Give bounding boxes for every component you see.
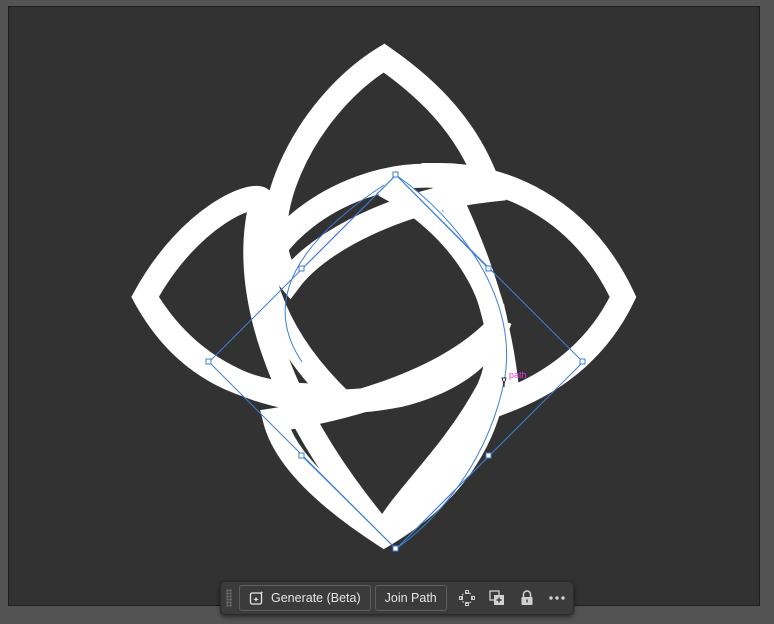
lock-button[interactable] — [513, 585, 541, 611]
anchor-points-button[interactable] — [453, 585, 481, 611]
generate-beta-label: Generate (Beta) — [271, 591, 361, 605]
anchor-point-top[interactable] — [392, 171, 399, 178]
duplicate-button[interactable] — [483, 585, 511, 611]
handle-point-upper-left[interactable] — [298, 265, 305, 272]
generate-sparkle-icon — [249, 591, 264, 605]
generate-beta-button[interactable]: Generate (Beta) — [239, 585, 371, 611]
anchor-point-left[interactable] — [205, 358, 212, 365]
knot-artwork[interactable] — [131, 43, 637, 550]
anchor-point-right[interactable] — [579, 358, 586, 365]
drag-handle-icon[interactable] — [226, 589, 232, 607]
canvas-artwork[interactable]: path — [0, 0, 774, 624]
smart-guide-path-label: path — [509, 370, 527, 380]
handle-point-lower-left[interactable] — [298, 452, 305, 459]
contextual-task-bar[interactable]: Generate (Beta) Join Path — [220, 581, 574, 615]
lock-icon — [521, 590, 533, 605]
more-options-button[interactable] — [543, 585, 571, 611]
anchor-points-icon — [458, 590, 475, 606]
duplicate-icon — [489, 590, 504, 605]
workspace: path Generate (Beta) Join Path — [0, 0, 774, 624]
anchor-point-bottom[interactable] — [392, 545, 399, 552]
join-path-label: Join Path — [384, 591, 437, 605]
more-options-icon — [549, 596, 565, 600]
handle-point-upper-right[interactable] — [485, 265, 492, 272]
join-path-button[interactable]: Join Path — [374, 585, 447, 611]
handle-point-lower-right[interactable] — [485, 452, 492, 459]
